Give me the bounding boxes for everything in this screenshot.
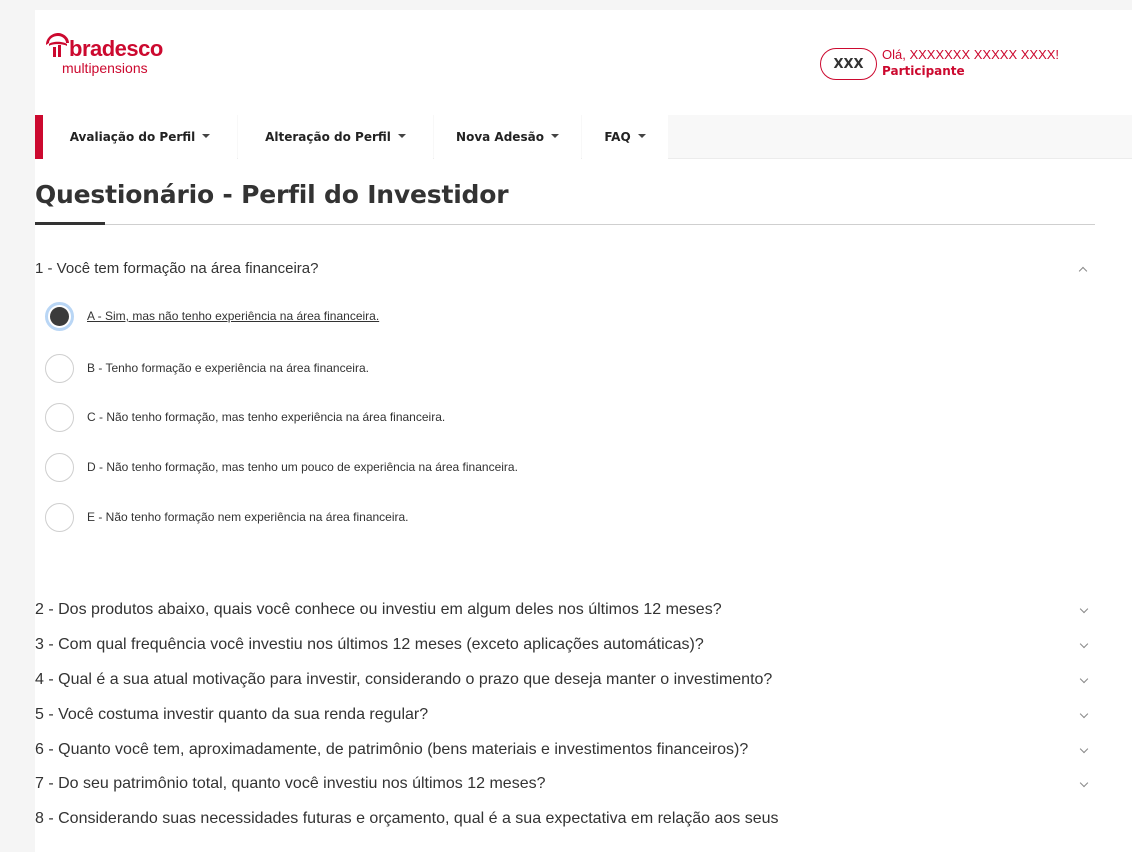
chevron-down-icon[interactable] bbox=[1079, 709, 1089, 719]
user-greeting: Olá, XXXXXXX XXXXX XXXX! bbox=[882, 47, 1060, 62]
main-nav: Avaliação do Perfil Alteração do Perfil … bbox=[35, 115, 1132, 159]
question-4-header[interactable]: 4 - Qual é a sua atual motivação para in… bbox=[35, 671, 1095, 697]
option-d-label[interactable]: D - Não tenho formação, mas tenho um pou… bbox=[87, 460, 518, 474]
question-7-label: 7 - Do seu patrimônio total, quanto você… bbox=[35, 775, 546, 792]
option-b[interactable]: B - Tenho formação e experiência na área… bbox=[45, 354, 945, 384]
page: bradesco multipensions XXX Olá, XXXXXXX … bbox=[35, 10, 1132, 852]
nav-item-label: Alteração do Perfil bbox=[265, 130, 391, 144]
page-title: Questionário - Perfil do Investidor bbox=[35, 180, 509, 209]
chevron-down-icon[interactable] bbox=[1079, 639, 1089, 649]
question-3-label: 3 - Com qual frequência você investiu no… bbox=[35, 636, 704, 653]
option-e-label[interactable]: E - Não tenho formação nem experiência n… bbox=[87, 510, 409, 524]
chevron-down-icon[interactable] bbox=[1079, 778, 1089, 788]
radio-option-a[interactable] bbox=[45, 302, 74, 331]
question-1-header[interactable]: 1 - Você tem formação na área financeira… bbox=[35, 260, 1095, 284]
nav-item-alteracao-perfil[interactable]: Alteração do Perfil bbox=[238, 115, 433, 159]
option-c[interactable]: C - Não tenho formação, mas tenho experi… bbox=[45, 403, 945, 433]
nav-item-label: Nova Adesão bbox=[456, 130, 544, 144]
question-2-header[interactable]: 2 - Dos produtos abaixo, quais você conh… bbox=[35, 601, 1095, 627]
title-divider-accent bbox=[35, 222, 105, 225]
chevron-down-icon[interactable] bbox=[1079, 674, 1089, 684]
question-5-label: 5 - Você costuma investir quanto da sua … bbox=[35, 706, 429, 723]
radio-option-e[interactable] bbox=[45, 503, 74, 532]
option-e[interactable]: E - Não tenho formação nem experiência n… bbox=[45, 503, 945, 533]
nav-item-nova-adesao[interactable]: Nova Adesão bbox=[434, 115, 581, 159]
option-a[interactable]: A - Sim, mas não tenho experiência na ár… bbox=[45, 302, 945, 332]
question-4-label: 4 - Qual é a sua atual motivação para in… bbox=[35, 671, 773, 688]
question-1-label: 1 - Você tem formação na área financeira… bbox=[35, 260, 319, 277]
chevron-up-icon[interactable] bbox=[1078, 266, 1088, 276]
brand-name: bradesco bbox=[69, 36, 163, 61]
caret-down-icon bbox=[202, 134, 211, 138]
nav-accent-bar bbox=[35, 115, 43, 159]
caret-down-icon bbox=[637, 134, 646, 138]
radio-dot bbox=[50, 307, 69, 326]
chevron-down-icon[interactable] bbox=[1079, 744, 1089, 754]
brand-subtitle: multipensions bbox=[62, 60, 148, 76]
option-c-label[interactable]: C - Não tenho formação, mas tenho experi… bbox=[87, 410, 445, 424]
nav-item-label: Avaliação do Perfil bbox=[69, 130, 196, 144]
header: bradesco multipensions XXX Olá, XXXXXXX … bbox=[35, 10, 1132, 113]
caret-down-icon bbox=[550, 134, 559, 138]
nav-item-avaliacao-perfil[interactable]: Avaliação do Perfil bbox=[43, 115, 237, 159]
chevron-down-icon[interactable] bbox=[1079, 604, 1089, 614]
question-2-label: 2 - Dos produtos abaixo, quais você conh… bbox=[35, 601, 722, 618]
question-7-header[interactable]: 7 - Do seu patrimônio total, quanto você… bbox=[35, 775, 1095, 801]
option-b-label[interactable]: B - Tenho formação e experiência na área… bbox=[87, 361, 369, 375]
title-divider bbox=[35, 224, 1095, 225]
radio-option-b[interactable] bbox=[45, 354, 74, 383]
question-6-header[interactable]: 6 - Quanto você tem, aproximadamente, de… bbox=[35, 741, 1095, 767]
nav-item-faq[interactable]: FAQ bbox=[582, 115, 668, 159]
question-3-header[interactable]: 3 - Com qual frequência você investiu no… bbox=[35, 636, 1095, 662]
radio-option-c[interactable] bbox=[45, 403, 74, 432]
question-8-header[interactable]: 8 - Considerando suas necessidades futur… bbox=[35, 810, 1095, 836]
question-5-header[interactable]: 5 - Você costuma investir quanto da sua … bbox=[35, 706, 1095, 732]
question-8-label: 8 - Considerando suas necessidades futur… bbox=[35, 810, 779, 827]
user-role: Participante bbox=[882, 64, 965, 78]
bradesco-tree-icon bbox=[46, 33, 69, 57]
option-a-label[interactable]: A - Sim, mas não tenho experiência na ár… bbox=[87, 309, 379, 323]
nav-item-label: FAQ bbox=[604, 130, 631, 144]
caret-down-icon bbox=[397, 134, 406, 138]
avatar[interactable]: XXX bbox=[820, 48, 877, 80]
radio-option-d[interactable] bbox=[45, 453, 74, 482]
question-6-label: 6 - Quanto você tem, aproximadamente, de… bbox=[35, 741, 749, 758]
option-d[interactable]: D - Não tenho formação, mas tenho um pou… bbox=[45, 453, 945, 483]
